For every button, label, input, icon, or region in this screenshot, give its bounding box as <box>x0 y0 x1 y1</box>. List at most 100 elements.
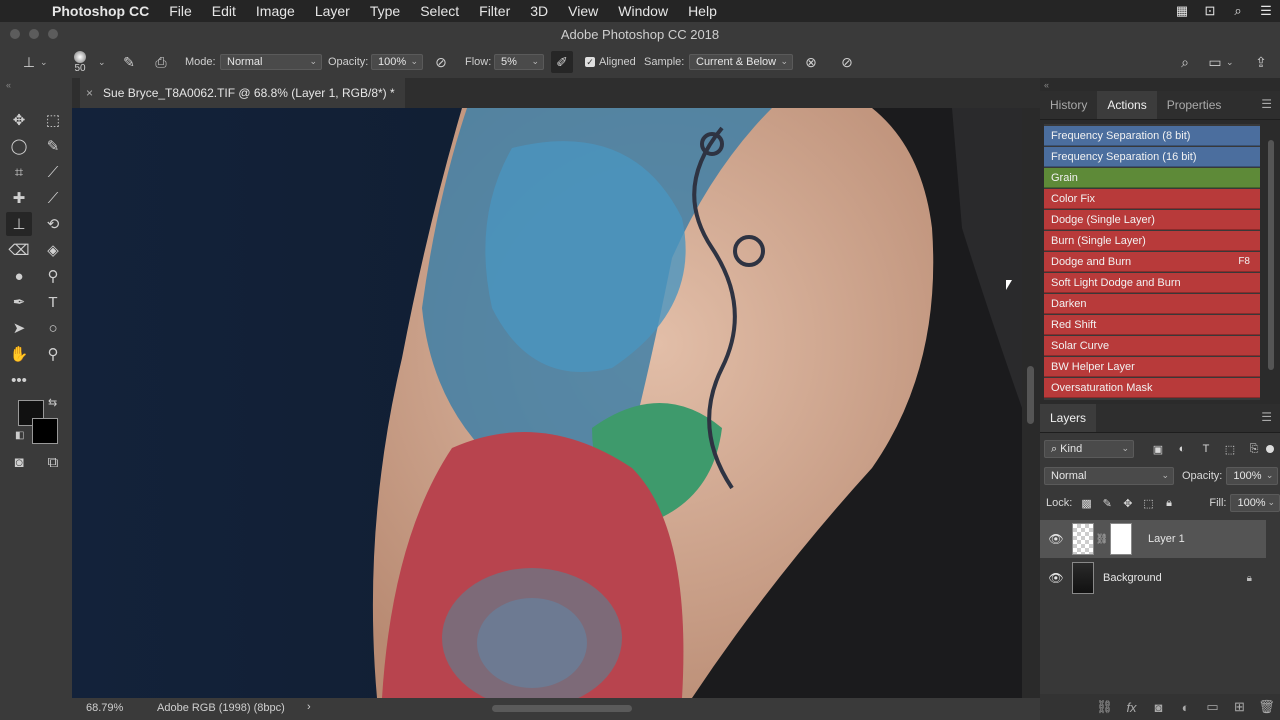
canvas-vertical-scrollbar[interactable] <box>1022 108 1040 698</box>
mask-link-icon[interactable]: ⛓︎ <box>1094 534 1110 545</box>
sample-dropdown[interactable]: Current & Below ⌄ <box>689 54 793 70</box>
new-adjustment-layer-icon[interactable]: ◐ <box>1172 700 1199 715</box>
fill-field[interactable]: 100% ⌄ <box>1230 494 1280 512</box>
search-icon[interactable]: ⌕ <box>1224 3 1252 19</box>
blend-mode-dropdown[interactable]: Normal ⌄ <box>1044 467 1174 485</box>
type-tool-icon[interactable]: T <box>40 290 66 314</box>
menu-type[interactable]: Type <box>360 3 410 19</box>
delete-layer-icon[interactable]: 🗑︎ <box>1253 699 1280 715</box>
menu-app-name[interactable]: Photoshop CC <box>42 3 159 19</box>
filter-type-icon[interactable]: T <box>1194 443 1218 455</box>
screen-record-icon[interactable]: ⊡ <box>1196 3 1224 19</box>
link-layers-icon[interactable]: ⛓︎ <box>1091 699 1118 715</box>
scrollbar-thumb[interactable] <box>1027 366 1034 424</box>
scrollbar-thumb[interactable] <box>1268 140 1274 370</box>
action-item[interactable]: Color Fix <box>1044 189 1260 209</box>
lock-artboard-icon[interactable]: ⬚ <box>1138 497 1159 510</box>
menu-view[interactable]: View <box>558 3 608 19</box>
zoom-level[interactable]: 68.79% <box>86 702 123 714</box>
filter-pixel-icon[interactable]: ▣ <box>1146 443 1170 456</box>
action-item[interactable]: Oversaturation Mask <box>1044 378 1260 398</box>
filter-shape-icon[interactable]: ⬚ <box>1218 443 1242 456</box>
action-item[interactable]: Darken <box>1044 294 1260 314</box>
action-item[interactable]: Soft Light Dodge and Burn <box>1044 273 1260 293</box>
menu-file[interactable]: File <box>159 3 202 19</box>
layer-row-layer-1[interactable]: 👁︎ ⛓︎ Layer 1 <box>1040 520 1266 558</box>
share-icon[interactable]: ⇪ <box>1250 51 1272 73</box>
menu-edit[interactable]: Edit <box>202 3 246 19</box>
eyedropper-tool-icon[interactable]: ⟋ <box>40 160 66 184</box>
opacity-field[interactable]: 100% ⌄ <box>371 54 423 70</box>
action-item[interactable]: Frequency Separation (16 bit) <box>1044 147 1260 167</box>
brush-preset-picker[interactable]: 50 <box>74 46 86 78</box>
ignore-adjustment-layers-icon[interactable]: ⊗ <box>800 51 822 73</box>
tab-history[interactable]: History <box>1040 91 1097 119</box>
panel-menu-icon[interactable]: ☰ <box>1261 410 1272 424</box>
workspace-icon[interactable]: ▦ <box>1168 3 1196 19</box>
clone-stamp-tool-icon[interactable]: ⊥ <box>6 212 32 236</box>
lock-transparent-pixels-icon[interactable]: ▩ <box>1076 497 1097 510</box>
dodge-tool-icon[interactable]: ⚲ <box>40 264 66 288</box>
lock-all-icon[interactable]: 🔒︎ <box>1159 497 1180 510</box>
pressure-opacity-icon[interactable]: ⊘ <box>430 51 452 73</box>
action-item[interactable]: Dodge (Single Layer) <box>1044 210 1260 230</box>
zoom-tool-icon[interactable]: ⚲ <box>40 342 66 366</box>
chevron-right-icon[interactable]: › <box>307 701 311 713</box>
blur-tool-icon[interactable]: ● <box>6 264 32 288</box>
more-tools-icon[interactable]: ••• <box>6 368 32 392</box>
action-item[interactable]: Grain <box>1044 168 1260 188</box>
document-tab[interactable]: × Sue Bryce_T8A0062.TIF @ 68.8% (Layer 1… <box>80 78 405 108</box>
collapse-panel-icon[interactable]: « <box>1044 80 1049 90</box>
history-brush-tool-icon[interactable]: ⟲ <box>40 212 66 236</box>
panel-menu-icon[interactable]: ☰ <box>1261 97 1272 111</box>
crop-tool-icon[interactable]: ⌗ <box>6 160 32 184</box>
actions-scrollbar[interactable] <box>1266 124 1276 400</box>
filter-toggle-icon[interactable] <box>1266 445 1274 453</box>
default-colors-icon[interactable]: ◧ <box>15 430 24 441</box>
menu-3d[interactable]: 3D <box>520 3 558 19</box>
ellipse-tool-icon[interactable]: ○ <box>40 316 66 340</box>
clone-stamp-preset-icon[interactable]: ⊥ <box>18 51 40 73</box>
lock-position-icon[interactable]: ✥ <box>1118 497 1139 510</box>
new-layer-icon[interactable]: ⊞ <box>1226 699 1253 715</box>
menu-select[interactable]: Select <box>410 3 469 19</box>
collapse-panel-icon[interactable]: « <box>6 80 11 90</box>
clone-source-icon[interactable]: ⎙ <box>150 51 172 73</box>
layer-mask-thumbnail[interactable] <box>1110 523 1132 555</box>
menu-filter[interactable]: Filter <box>469 3 520 19</box>
paint-bucket-tool-icon[interactable]: ◈ <box>40 238 66 262</box>
aligned-checkbox[interactable]: ✓ <box>585 57 595 67</box>
mode-dropdown[interactable]: Normal ⌄ <box>220 54 322 70</box>
quick-mask-icon[interactable]: ◙ <box>6 450 32 474</box>
menu-image[interactable]: Image <box>246 3 305 19</box>
flow-field[interactable]: 5% ⌄ <box>494 54 544 70</box>
tab-layers[interactable]: Layers <box>1040 404 1097 432</box>
path-selection-tool-icon[interactable]: ➤ <box>6 316 32 340</box>
action-item[interactable]: Red Shift <box>1044 315 1260 335</box>
pen-tool-icon[interactable]: ✒ <box>6 290 32 314</box>
layer-opacity-field[interactable]: 100% ⌄ <box>1226 467 1279 485</box>
action-item[interactable]: BW Helper Layer <box>1044 357 1260 377</box>
search-icon[interactable]: ⌕ <box>1174 51 1196 73</box>
action-item[interactable]: Dodge and Burn F8 <box>1044 252 1260 272</box>
menu-layer[interactable]: Layer <box>305 3 360 19</box>
background-color-swatch[interactable] <box>32 418 58 444</box>
move-tool-icon[interactable]: ✥ <box>6 108 32 132</box>
document-canvas[interactable] <box>72 108 1022 698</box>
lock-image-pixels-icon[interactable]: ✎ <box>1097 497 1118 510</box>
add-mask-icon[interactable]: ◙ <box>1145 700 1172 715</box>
close-icon[interactable]: × <box>86 86 93 100</box>
filter-smart-object-icon[interactable]: ⎘ <box>1242 443 1266 456</box>
notification-list-icon[interactable]: ☰ <box>1252 3 1280 19</box>
screen-mode-icon[interactable]: ⧉ <box>40 450 66 474</box>
menu-help[interactable]: Help <box>678 3 727 19</box>
action-item[interactable]: Frequency Separation (8 bit) <box>1044 126 1260 146</box>
action-item[interactable]: Solar Curve <box>1044 336 1260 356</box>
layer-row-background[interactable]: 👁︎ Background 🔒︎ <box>1040 559 1266 597</box>
airbrush-icon[interactable]: ✐ <box>551 51 573 73</box>
filter-adjustment-icon[interactable]: ◐ <box>1170 443 1194 455</box>
marquee-tool-icon[interactable]: ⬚ <box>40 108 66 132</box>
visibility-eye-icon[interactable]: 👁︎ <box>1040 571 1072 585</box>
new-group-icon[interactable]: ▭ <box>1199 699 1226 715</box>
brush-tool-icon[interactable]: ⟋ <box>40 186 66 210</box>
